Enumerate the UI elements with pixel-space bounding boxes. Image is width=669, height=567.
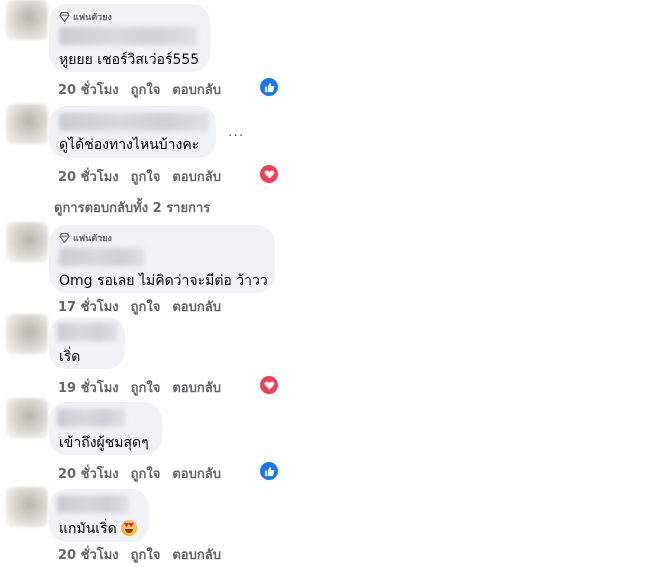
diamond-icon: [59, 233, 70, 243]
more-options-icon[interactable]: ...: [228, 124, 244, 140]
comment-bubble: แฟนตัวยง Omg รอเลย ไม่คิดว่าจะมีต่อ ว้าว…: [49, 225, 275, 293]
avatar[interactable]: [6, 398, 48, 438]
fan-badge: แฟนตัวยง: [59, 231, 112, 245]
comment-text-content: แกมันเริ่ด: [59, 521, 117, 537]
comment-text: ดูได้ช่องทางไหนบ้างคะ: [59, 137, 200, 153]
comment-time[interactable]: 20 ชั่วโมง: [58, 166, 119, 187]
avatar[interactable]: [6, 487, 48, 527]
fan-badge-label: แฟนตัวยง: [73, 234, 112, 244]
commenter-name[interactable]: [59, 113, 209, 131]
like-link[interactable]: ถูกใจ: [131, 377, 161, 398]
like-link[interactable]: ถูกใจ: [131, 544, 161, 565]
comment-actions: 20 ชั่วโมง ถูกใจ ตอบกลับ: [58, 79, 221, 100]
fan-badge-label: แฟนตัวยง: [73, 13, 112, 23]
like-link[interactable]: ถูกใจ: [131, 463, 161, 484]
avatar[interactable]: [6, 0, 48, 40]
reply-link[interactable]: ตอบกลับ: [172, 296, 221, 317]
comment-text: แกมันเริ่ด: [59, 518, 137, 540]
comment-text: เข้าถึงผู้ชมสุดๆ: [59, 435, 149, 451]
comment-time[interactable]: 17 ชั่วโมง: [58, 296, 119, 317]
comment-actions: 19 ชั่วโมง ถูกใจ ตอบกลับ: [58, 377, 221, 398]
commenter-name[interactable]: [57, 409, 125, 427]
comment-time[interactable]: 20 ชั่วโมง: [58, 463, 119, 484]
commenter-name[interactable]: [59, 27, 197, 45]
comment-bubble: ดูได้ช่องทางไหนบ้างคะ: [49, 106, 216, 158]
comment-time[interactable]: 20 ชั่วโมง: [58, 544, 119, 565]
reply-link[interactable]: ตอบกลับ: [172, 463, 221, 484]
commenter-name[interactable]: [59, 248, 145, 266]
avatar[interactable]: [6, 314, 48, 354]
comment-bubble: แกมันเริ่ด: [49, 489, 149, 542]
heart-eyes-emoji-icon: [120, 520, 137, 536]
avatar[interactable]: [6, 222, 48, 262]
diamond-icon: [59, 12, 70, 22]
like-icon[interactable]: [260, 462, 278, 480]
comment-time[interactable]: 19 ชั่วโมง: [58, 377, 119, 398]
commenter-name[interactable]: [57, 323, 117, 341]
comment-text: หูยยย เชอร์วิสเว่อร์555: [59, 52, 200, 68]
reply-link[interactable]: ตอบกลับ: [172, 79, 221, 100]
commenter-name[interactable]: [57, 495, 129, 513]
comment-bubble: แฟนตัวยง หูยยย เชอร์วิสเว่อร์555: [49, 4, 210, 72]
love-icon[interactable]: [260, 165, 278, 183]
like-link[interactable]: ถูกใจ: [131, 296, 161, 317]
comment-text: Omg รอเลย ไม่คิดว่าจะมีต่อ ว้าวว: [59, 273, 268, 289]
reply-link[interactable]: ตอบกลับ: [172, 377, 221, 398]
view-replies-link[interactable]: ดูการตอบกลับทั้ง 2 รายการ: [54, 197, 210, 218]
like-icon[interactable]: [260, 78, 278, 96]
comment-time[interactable]: 20 ชั่วโมง: [58, 79, 119, 100]
comment-actions: 20 ชั่วโมง ถูกใจ ตอบกลับ: [58, 166, 221, 187]
reply-link[interactable]: ตอบกลับ: [172, 166, 221, 187]
love-icon[interactable]: [260, 376, 278, 394]
comment-actions: 20 ชั่วโมง ถูกใจ ตอบกลับ: [58, 544, 221, 565]
like-link[interactable]: ถูกใจ: [131, 79, 161, 100]
like-link[interactable]: ถูกใจ: [131, 166, 161, 187]
comment-actions: 17 ชั่วโมง ถูกใจ ตอบกลับ: [58, 296, 221, 317]
avatar[interactable]: [6, 104, 48, 144]
comment-actions: 20 ชั่วโมง ถูกใจ ตอบกลับ: [58, 463, 221, 484]
comment-bubble: เข้าถึงผู้ชมสุดๆ: [49, 402, 162, 455]
fan-badge: แฟนตัวยง: [59, 10, 112, 24]
comment-text: เริ่ด: [59, 349, 81, 365]
comment-bubble: เริ่ด: [49, 317, 125, 369]
reply-link[interactable]: ตอบกลับ: [172, 544, 221, 565]
